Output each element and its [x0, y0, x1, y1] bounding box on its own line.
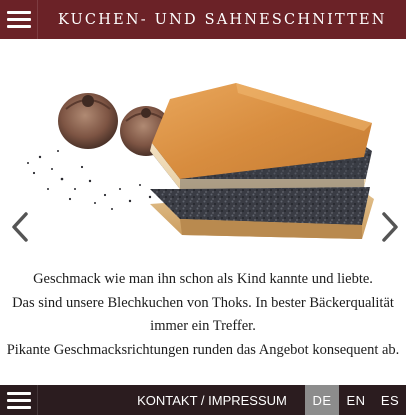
language-switcher: DE EN ES [305, 385, 406, 415]
image-slider[interactable] [0, 39, 406, 261]
hamburger-menu-icon[interactable] [0, 0, 38, 39]
footer-bar: KONTAKT / IMPRESSUM DE EN ES [0, 385, 406, 415]
intro-line: immer ein Treffer. [150, 318, 256, 334]
contact-imprint-link[interactable]: KONTAKT / IMPRESSUM [118, 393, 306, 408]
header-bar: KUCHEN- UND SAHNESCHNITTEN [0, 0, 406, 39]
page-title: KUCHEN- UND SAHNESCHNITTEN [58, 11, 387, 28]
intro-text: Geschmack wie man ihn schon als Kind kan… [0, 268, 406, 362]
chevron-left-icon[interactable] [6, 209, 34, 245]
cake-slide-image [27, 83, 374, 239]
intro-line: Geschmack wie man ihn schon als Kind kan… [33, 271, 373, 287]
intro-line: Pikante Geschmacksrichtungen runden das … [6, 341, 400, 358]
intro-line: Das sind unsere Blechkuchen von Thoks. I… [12, 294, 394, 311]
chevron-right-icon[interactable] [376, 209, 404, 245]
hamburger-menu-icon[interactable] [0, 385, 38, 415]
lang-en-button[interactable]: EN [339, 385, 373, 415]
lang-es-button[interactable]: ES [373, 385, 406, 415]
lang-de-button[interactable]: DE [305, 385, 339, 415]
